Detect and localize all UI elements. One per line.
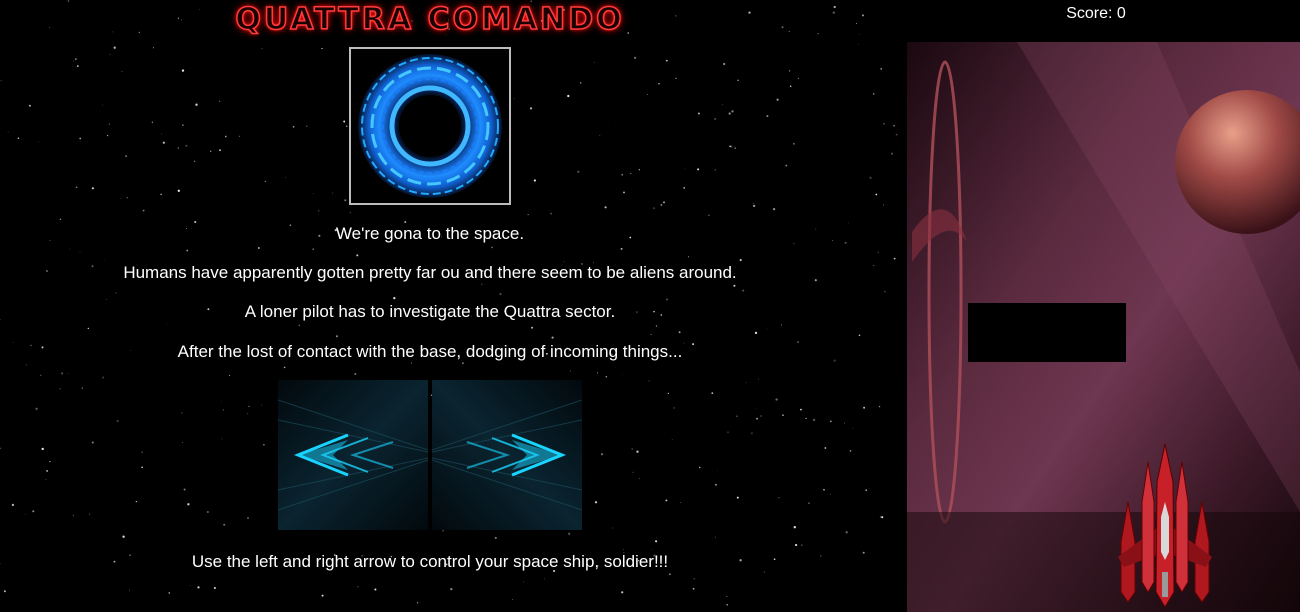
right-arrow-button[interactable] xyxy=(431,380,583,530)
left-arrow-icon xyxy=(277,380,429,530)
intro-panel: QUATTRA COMANDO We're gona to the space.… xyxy=(0,0,860,612)
obstacle-block xyxy=(968,303,1126,362)
portal-icon xyxy=(351,49,509,203)
portal-image xyxy=(349,47,511,205)
score-display: Score: 0 xyxy=(1066,5,1126,22)
story-line-2: Humans have apparently gotten pretty far… xyxy=(123,263,737,282)
game-page: QUATTRA COMANDO We're gona to the space.… xyxy=(0,0,1300,612)
story-line-3: A loner pilot has to investigate the Qua… xyxy=(244,302,616,321)
story-line-4: After the lost of contact with the base,… xyxy=(177,342,683,361)
left-arrow-button[interactable] xyxy=(277,380,429,530)
right-arrow-icon xyxy=(431,380,583,530)
game-canvas[interactable] xyxy=(907,42,1300,612)
story-line-1: We're gona to the space. xyxy=(335,224,525,243)
spaceship-icon xyxy=(1118,443,1212,608)
game-title: QUATTRA COMANDO xyxy=(235,1,625,38)
control-instructions: Use the left and right arrow to control … xyxy=(191,552,669,571)
